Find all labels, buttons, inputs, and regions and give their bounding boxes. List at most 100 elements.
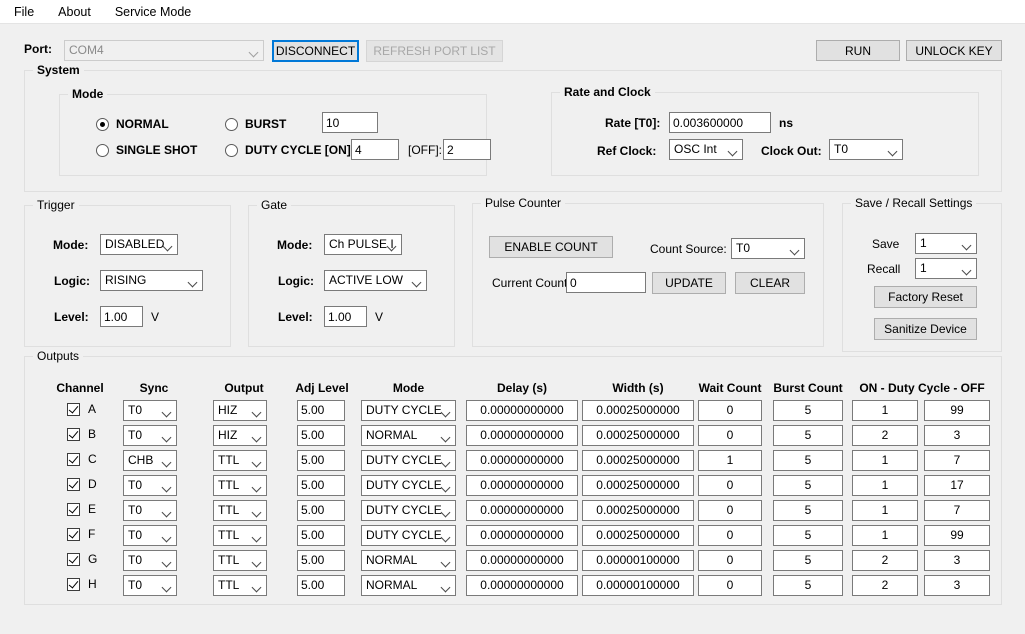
menu-file[interactable]: File <box>4 2 44 22</box>
channel-toggle-c[interactable]: C <box>67 452 97 466</box>
gate-logic-select[interactable]: ACTIVE LOW <box>324 270 427 291</box>
port-select[interactable]: COM4 <box>64 40 264 61</box>
menu-about[interactable]: About <box>48 2 101 22</box>
trigger-mode-select[interactable]: DISABLED <box>100 234 178 255</box>
gate-level-input[interactable] <box>324 306 367 327</box>
delay-input-e[interactable]: 0.00000000000 <box>466 500 578 521</box>
duty-on-input-e[interactable]: 1 <box>852 500 918 521</box>
duty-off-input-e[interactable]: 7 <box>924 500 990 521</box>
mode-select-e[interactable]: DUTY CYCLE <box>361 500 456 521</box>
channel-toggle-f[interactable]: F <box>67 527 95 541</box>
save-slot-select[interactable]: 1 <box>915 233 977 254</box>
mode-radio-normal[interactable]: NORMAL <box>96 117 169 131</box>
sync-select-g[interactable]: T0 <box>123 550 177 571</box>
wait-count-input-a[interactable]: 0 <box>698 400 762 421</box>
wait-count-input-e[interactable]: 0 <box>698 500 762 521</box>
channel-toggle-h[interactable]: H <box>67 577 97 591</box>
burst-count-input-f[interactable]: 5 <box>773 525 843 546</box>
duty-off-input-h[interactable]: 3 <box>924 575 990 596</box>
burst-count-input-c[interactable]: 5 <box>773 450 843 471</box>
adj-level-input-d[interactable]: 5.00 <box>297 475 345 496</box>
width-input-g[interactable]: 0.00000100000 <box>582 550 694 571</box>
mode-select-b[interactable]: NORMAL <box>361 425 456 446</box>
output-select-c[interactable]: TTL <box>213 450 267 471</box>
adj-level-input-b[interactable]: 5.00 <box>297 425 345 446</box>
output-select-g[interactable]: TTL <box>213 550 267 571</box>
count-source-select[interactable]: T0 <box>731 238 805 259</box>
delay-input-f[interactable]: 0.00000000000 <box>466 525 578 546</box>
menu-service-mode[interactable]: Service Mode <box>105 2 201 22</box>
sync-select-c[interactable]: CHB <box>123 450 177 471</box>
width-input-b[interactable]: 0.00025000000 <box>582 425 694 446</box>
refresh-port-list-button[interactable]: REFRESH PORT LIST <box>366 40 503 62</box>
mode-select-f[interactable]: DUTY CYCLE <box>361 525 456 546</box>
wait-count-input-c[interactable]: 1 <box>698 450 762 471</box>
gate-mode-select[interactable]: Ch PULSE I <box>324 234 402 255</box>
channel-toggle-b[interactable]: B <box>67 427 96 441</box>
disconnect-button[interactable]: DISCONNECT <box>272 40 359 62</box>
delay-input-h[interactable]: 0.00000000000 <box>466 575 578 596</box>
adj-level-input-e[interactable]: 5.00 <box>297 500 345 521</box>
width-input-d[interactable]: 0.00025000000 <box>582 475 694 496</box>
duty-off-input-c[interactable]: 7 <box>924 450 990 471</box>
factory-reset-button[interactable]: Factory Reset <box>874 286 977 308</box>
width-input-c[interactable]: 0.00025000000 <box>582 450 694 471</box>
wait-count-input-f[interactable]: 0 <box>698 525 762 546</box>
output-select-f[interactable]: TTL <box>213 525 267 546</box>
ref-clock-select[interactable]: OSC Int <box>669 139 743 160</box>
sync-select-f[interactable]: T0 <box>123 525 177 546</box>
output-select-a[interactable]: HIZ <box>213 400 267 421</box>
mode-radio-single-shot[interactable]: SINGLE SHOT <box>96 143 197 157</box>
adj-level-input-c[interactable]: 5.00 <box>297 450 345 471</box>
run-button[interactable]: RUN <box>816 40 900 61</box>
adj-level-input-g[interactable]: 5.00 <box>297 550 345 571</box>
clear-count-button[interactable]: CLEAR <box>735 272 805 294</box>
current-count-input[interactable] <box>566 272 646 293</box>
delay-input-c[interactable]: 0.00000000000 <box>466 450 578 471</box>
enable-count-button[interactable]: ENABLE COUNT <box>489 236 613 258</box>
wait-count-input-b[interactable]: 0 <box>698 425 762 446</box>
channel-toggle-g[interactable]: G <box>67 552 97 566</box>
wait-count-input-g[interactable]: 0 <box>698 550 762 571</box>
sync-select-d[interactable]: T0 <box>123 475 177 496</box>
mode-select-c[interactable]: DUTY CYCLE <box>361 450 456 471</box>
duty-on-input-h[interactable]: 2 <box>852 575 918 596</box>
mode-radio-burst[interactable]: BURST <box>225 117 286 131</box>
output-select-h[interactable]: TTL <box>213 575 267 596</box>
duty-on-input-g[interactable]: 2 <box>852 550 918 571</box>
burst-count-input-a[interactable]: 5 <box>773 400 843 421</box>
trigger-logic-select[interactable]: RISING <box>100 270 203 291</box>
mode-select-d[interactable]: DUTY CYCLE <box>361 475 456 496</box>
adj-level-input-a[interactable]: 5.00 <box>297 400 345 421</box>
mode-select-a[interactable]: DUTY CYCLE <box>361 400 456 421</box>
burst-count-input-b[interactable]: 5 <box>773 425 843 446</box>
width-input-a[interactable]: 0.00025000000 <box>582 400 694 421</box>
sync-select-e[interactable]: T0 <box>123 500 177 521</box>
channel-toggle-e[interactable]: E <box>67 502 96 516</box>
delay-input-d[interactable]: 0.00000000000 <box>466 475 578 496</box>
trigger-level-input[interactable] <box>100 306 143 327</box>
duty-off-input-d[interactable]: 17 <box>924 475 990 496</box>
wait-count-input-h[interactable]: 0 <box>698 575 762 596</box>
burst-count-input-g[interactable]: 5 <box>773 550 843 571</box>
duty-on-input-f[interactable]: 1 <box>852 525 918 546</box>
sanitize-device-button[interactable]: Sanitize Device <box>874 318 977 340</box>
width-input-h[interactable]: 0.00000100000 <box>582 575 694 596</box>
delay-input-b[interactable]: 0.00000000000 <box>466 425 578 446</box>
duty-on-input[interactable] <box>351 139 399 160</box>
output-select-b[interactable]: HIZ <box>213 425 267 446</box>
rate-input[interactable] <box>669 112 771 133</box>
output-select-e[interactable]: TTL <box>213 500 267 521</box>
width-input-f[interactable]: 0.00025000000 <box>582 525 694 546</box>
duty-off-input-g[interactable]: 3 <box>924 550 990 571</box>
delay-input-a[interactable]: 0.00000000000 <box>466 400 578 421</box>
mode-select-h[interactable]: NORMAL <box>361 575 456 596</box>
duty-off-input[interactable] <box>443 139 491 160</box>
sync-select-b[interactable]: T0 <box>123 425 177 446</box>
wait-count-input-d[interactable]: 0 <box>698 475 762 496</box>
duty-on-input-b[interactable]: 2 <box>852 425 918 446</box>
width-input-e[interactable]: 0.00025000000 <box>582 500 694 521</box>
mode-radio-duty-cycle[interactable]: DUTY CYCLE [ON] <box>225 143 351 157</box>
duty-on-input-a[interactable]: 1 <box>852 400 918 421</box>
duty-on-input-d[interactable]: 1 <box>852 475 918 496</box>
